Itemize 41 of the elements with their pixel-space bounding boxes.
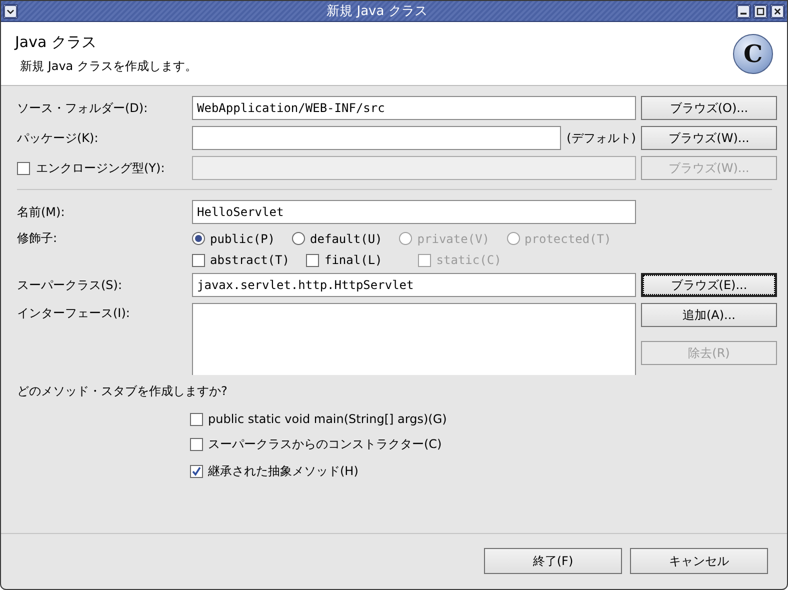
finish-button[interactable]: 終了(F) xyxy=(484,548,622,574)
text-field[interactable] xyxy=(192,126,561,150)
text-field[interactable]: HelloServlet xyxy=(192,200,636,224)
text-field[interactable]: javax.servlet.http.HttpServlet xyxy=(192,273,636,297)
text-field[interactable]: WebApplication/WEB-INF/src xyxy=(192,96,636,120)
field-label: 名前(M): xyxy=(17,204,66,220)
close-icon[interactable] xyxy=(770,4,785,18)
browse-button[interactable]: ブラウズ(E)... xyxy=(641,273,777,297)
minimize-icon[interactable] xyxy=(736,4,751,18)
radio-button[interactable] xyxy=(292,232,306,245)
window-menu-icon[interactable] xyxy=(3,4,18,18)
checkbox-option[interactable]: final(L) xyxy=(306,253,382,267)
checkbox[interactable] xyxy=(190,412,203,426)
field-label: インターフェース(I): xyxy=(17,305,131,322)
field-label: エンクロージング型(Y): xyxy=(36,160,165,176)
checkbox-option[interactable]: 継承された抽象メソッド(H) xyxy=(190,463,772,480)
maximize-icon[interactable] xyxy=(753,4,768,18)
field-label: ソース・フォルダー(D): xyxy=(17,100,149,116)
cancel-button[interactable]: キャンセル xyxy=(630,548,768,574)
checkbox[interactable] xyxy=(306,254,320,266)
radio-option[interactable]: public(P) xyxy=(192,232,276,246)
checkbox-option[interactable]: public static void main(String[] args)(G) xyxy=(190,412,772,426)
browse-button[interactable]: ブラウズ(O)... xyxy=(641,96,777,120)
radio-option[interactable]: default(U) xyxy=(292,232,382,246)
page-title: Java クラス xyxy=(15,32,98,52)
window-title: 新規 Java クラス xyxy=(326,3,428,20)
browse-button[interactable]: ブラウズ(W)... xyxy=(641,126,777,150)
checkbox[interactable] xyxy=(190,465,203,478)
field-label: パッケージ(K): xyxy=(17,130,100,146)
default-hint: (デフォルト) xyxy=(566,130,636,146)
checkbox[interactable] xyxy=(192,254,205,266)
checkbox[interactable] xyxy=(190,438,203,451)
checkbox-option[interactable]: スーパークラスからのコンストラクター(C) xyxy=(190,436,772,453)
field-label: スーパークラス(S): xyxy=(17,276,124,294)
class-icon: C xyxy=(733,34,773,74)
field-label: 修飾子: xyxy=(17,230,58,247)
page-description: 新規 Java クラスを作成します。 xyxy=(19,58,198,74)
checkbox-option[interactable]: abstract(T) xyxy=(192,253,290,267)
add-button[interactable]: 追加(A)... xyxy=(641,303,777,327)
radio-button[interactable] xyxy=(192,232,205,245)
stub-question: どのメソッド・スタブを作成しますか? xyxy=(17,383,228,400)
